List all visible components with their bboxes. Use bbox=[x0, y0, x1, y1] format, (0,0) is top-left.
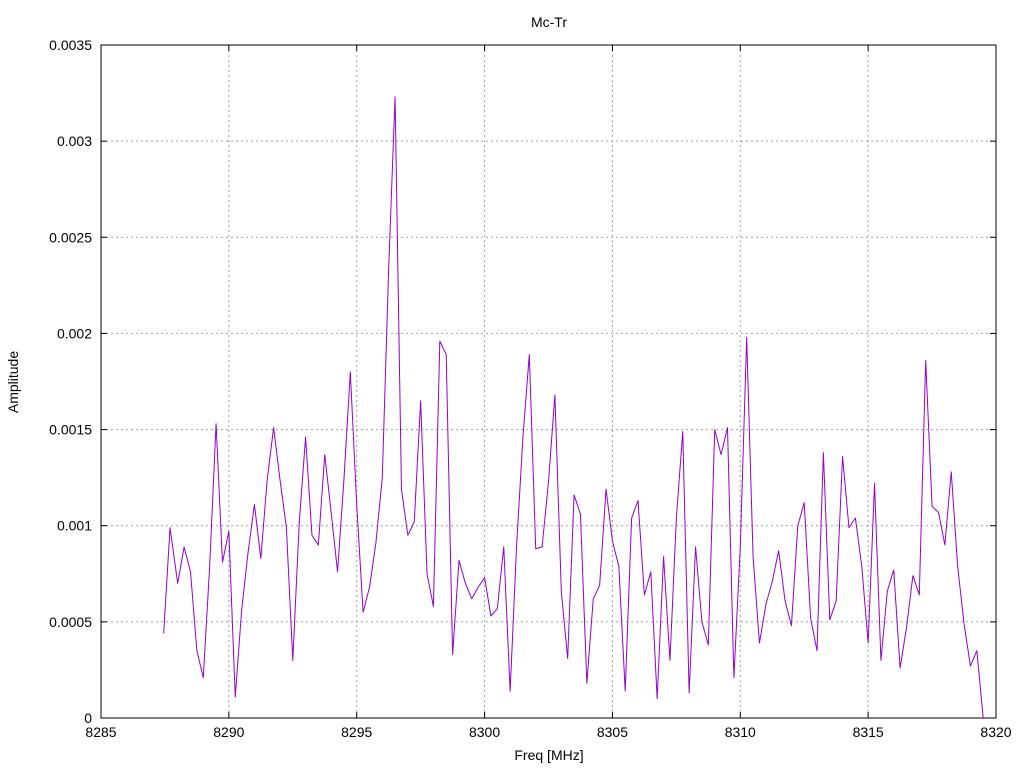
y-tick-label: 0.003 bbox=[57, 133, 92, 149]
chart-title: Mc-Tr bbox=[531, 14, 567, 30]
x-axis-label: Freq [MHz] bbox=[514, 747, 583, 763]
x-tick-label: 8300 bbox=[469, 724, 500, 740]
y-tick-label: 0.002 bbox=[57, 325, 92, 341]
y-tick-label: 0 bbox=[84, 710, 92, 726]
x-tick-label: 8295 bbox=[341, 724, 372, 740]
x-tick-label: 8290 bbox=[213, 724, 244, 740]
y-tick-label: 0.0025 bbox=[49, 229, 92, 245]
x-tick-label: 8320 bbox=[980, 724, 1011, 740]
y-tick-label: 0.0015 bbox=[49, 422, 92, 438]
x-tick-label: 8305 bbox=[597, 724, 628, 740]
series-line bbox=[163, 96, 984, 719]
x-tick-label: 8315 bbox=[853, 724, 884, 740]
y-tick-label: 0.0035 bbox=[49, 37, 92, 53]
y-axis-label: Amplitude bbox=[5, 351, 21, 413]
y-tick-label: 0.001 bbox=[57, 518, 92, 534]
plot-frame bbox=[100, 44, 997, 719]
y-tick-label: 0.0005 bbox=[49, 614, 92, 630]
grid bbox=[101, 45, 996, 718]
axis-ticks bbox=[100, 44, 997, 719]
x-tick-label: 8285 bbox=[85, 724, 116, 740]
x-tick-label: 8310 bbox=[725, 724, 756, 740]
chart: Mc-Tr 8285 8290 8295 8300 8305 8310 8315 8320 0 0… bbox=[5, 14, 1012, 763]
